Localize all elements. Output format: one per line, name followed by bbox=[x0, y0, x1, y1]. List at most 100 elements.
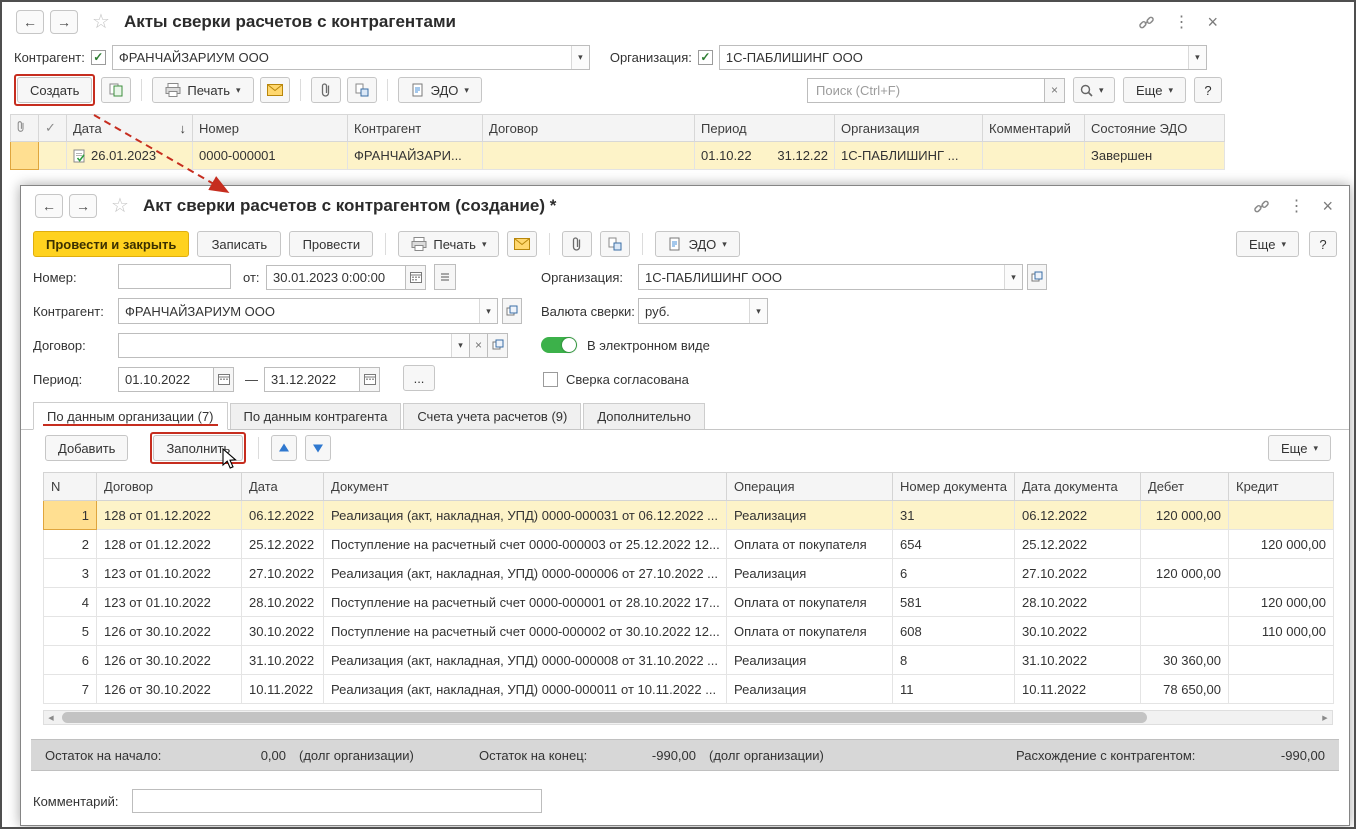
currency-combo[interactable]: руб. ▾ bbox=[638, 298, 768, 324]
column-header-number[interactable]: Номер bbox=[193, 115, 348, 142]
grid-cell[interactable]: Реализация bbox=[727, 646, 893, 675]
grid-cell[interactable]: 126 от 30.10.2022 bbox=[97, 617, 242, 646]
open-contract-button[interactable] bbox=[488, 333, 508, 358]
grid-cell[interactable]: Реализация bbox=[727, 501, 893, 530]
grid-cell[interactable]: Реализация bbox=[727, 559, 893, 588]
more-button[interactable]: Еще ▾ bbox=[1236, 231, 1299, 257]
list-cell[interactable]: ФРАНЧАЙЗАРИ... bbox=[348, 142, 483, 170]
grid-cell[interactable]: 28.10.2022 bbox=[1015, 588, 1141, 617]
move-up-button[interactable] bbox=[271, 435, 297, 461]
post-button[interactable]: Провести bbox=[289, 231, 373, 257]
grid-row[interactable]: 1 128 от 01.12.2022 06.12.2022 Реализаци… bbox=[44, 501, 1334, 530]
grid-cell[interactable]: 8 bbox=[893, 646, 1015, 675]
clear-contract-button[interactable]: × bbox=[470, 333, 488, 358]
grid-cell[interactable]: Поступление на расчетный счет 0000-00000… bbox=[324, 617, 727, 646]
back-button[interactable]: ← bbox=[16, 10, 44, 34]
grid-cell[interactable]: 06.12.2022 bbox=[1015, 501, 1141, 530]
create-button[interactable]: Создать bbox=[17, 77, 92, 103]
help-button[interactable]: ? bbox=[1194, 77, 1222, 103]
grid-cell[interactable]: Реализация (акт, накладная, УПД) 0000-00… bbox=[324, 646, 727, 675]
grid-cell[interactable] bbox=[1141, 617, 1229, 646]
help-button[interactable]: ? bbox=[1309, 231, 1337, 257]
print-button[interactable]: Печать ▾ bbox=[152, 77, 253, 103]
grid-cell[interactable]: 128 от 01.12.2022 bbox=[97, 501, 242, 530]
grid-cell[interactable] bbox=[1141, 530, 1229, 559]
grid-cell[interactable]: 126 от 30.10.2022 bbox=[97, 646, 242, 675]
number-input[interactable] bbox=[118, 264, 231, 289]
grid-cell[interactable]: 4 bbox=[44, 588, 97, 617]
grid-cell[interactable]: Оплата от покупателя bbox=[727, 588, 893, 617]
list-cell[interactable] bbox=[39, 142, 67, 170]
email-button[interactable] bbox=[260, 77, 290, 103]
grid-cell[interactable] bbox=[1229, 559, 1334, 588]
grid-row[interactable]: 7 126 от 30.10.2022 10.11.2022 Реализаци… bbox=[44, 675, 1334, 704]
edo-button[interactable]: ЭДО ▾ bbox=[655, 231, 739, 257]
grid-cell[interactable]: 6 bbox=[893, 559, 1015, 588]
column-header-comment[interactable]: Комментарий bbox=[983, 115, 1085, 142]
grid-cell[interactable] bbox=[1229, 675, 1334, 704]
period-picker-button[interactable]: ... bbox=[403, 365, 435, 391]
grid-cell[interactable]: 31.10.2022 bbox=[242, 646, 324, 675]
clear-search-button[interactable]: × bbox=[1045, 78, 1065, 103]
grid-row[interactable]: 3 123 от 01.10.2022 27.10.2022 Реализаци… bbox=[44, 559, 1334, 588]
grid-cell[interactable] bbox=[1229, 501, 1334, 530]
column-header-date[interactable]: Дата bbox=[242, 473, 324, 501]
grid-cell[interactable]: 25.12.2022 bbox=[1015, 530, 1141, 559]
forward-button[interactable]: → bbox=[69, 194, 97, 218]
grid-cell[interactable]: 2 bbox=[44, 530, 97, 559]
table-row[interactable]: 26.01.2023 0000-000001 ФРАНЧАЙЗАРИ... 01… bbox=[11, 142, 1225, 170]
grid-cell[interactable]: 128 от 01.12.2022 bbox=[97, 530, 242, 559]
grid-cell[interactable]: 6 bbox=[44, 646, 97, 675]
print-button[interactable]: Печать ▾ bbox=[398, 231, 499, 257]
edo-button[interactable]: ЭДО ▾ bbox=[398, 77, 482, 103]
organization-filter-checkbox[interactable]: ✓ bbox=[698, 50, 713, 65]
document-date-input[interactable]: 30.01.2023 0:00:00 bbox=[266, 265, 406, 290]
grid-cell[interactable]: 120 000,00 bbox=[1141, 559, 1229, 588]
grid-cell[interactable]: 78 650,00 bbox=[1141, 675, 1229, 704]
grid-cell[interactable]: Поступление на расчетный счет 0000-00000… bbox=[324, 530, 727, 559]
grid-cell[interactable]: 654 bbox=[893, 530, 1015, 559]
column-header-debit[interactable]: Дебет bbox=[1141, 473, 1229, 501]
tab-settlement-accounts[interactable]: Счета учета расчетов (9) bbox=[403, 403, 581, 429]
tab-additional[interactable]: Дополнительно bbox=[583, 403, 705, 429]
close-icon[interactable]: × bbox=[1207, 12, 1218, 33]
grid-cell[interactable]: 123 от 01.10.2022 bbox=[97, 588, 242, 617]
grid-cell[interactable]: 28.10.2022 bbox=[242, 588, 324, 617]
grid-cell[interactable]: Реализация (акт, накладная, УПД) 0000-00… bbox=[324, 675, 727, 704]
period-to-input[interactable]: 31.12.2022 bbox=[264, 367, 360, 392]
list-cell[interactable] bbox=[483, 142, 695, 170]
column-header-organization[interactable]: Организация bbox=[835, 115, 983, 142]
grid-cell[interactable]: 31 bbox=[893, 501, 1015, 530]
grid-cell[interactable]: 30 360,00 bbox=[1141, 646, 1229, 675]
column-header-contract[interactable]: Договор bbox=[483, 115, 695, 142]
scroll-left-button[interactable]: ◀ bbox=[44, 711, 58, 724]
email-button[interactable] bbox=[507, 231, 537, 257]
grid-cell[interactable]: 581 bbox=[893, 588, 1015, 617]
grid-cell[interactable]: 608 bbox=[893, 617, 1015, 646]
dropdown-button[interactable]: ▾ bbox=[451, 334, 469, 357]
back-button[interactable]: ← bbox=[35, 194, 63, 218]
dropdown-button[interactable]: ▾ bbox=[571, 46, 589, 69]
grid-cell[interactable]: 31.10.2022 bbox=[1015, 646, 1141, 675]
move-down-button[interactable] bbox=[305, 435, 331, 461]
column-header-date[interactable]: Дата↓ bbox=[67, 115, 193, 142]
organization-combo[interactable]: 1С-ПАБЛИШИНГ ООО ▾ bbox=[638, 264, 1023, 290]
organization-filter-combo[interactable]: 1С-ПАБЛИШИНГ ООО ▾ bbox=[719, 45, 1207, 70]
copy-button[interactable] bbox=[101, 77, 131, 103]
column-header-n[interactable]: N bbox=[44, 473, 97, 501]
grid-cell[interactable]: Оплата от покупателя bbox=[727, 617, 893, 646]
more-button[interactable]: Еще ▾ bbox=[1123, 77, 1186, 103]
approved-checkbox[interactable] bbox=[543, 372, 558, 387]
contract-combo[interactable]: ▾ bbox=[118, 333, 470, 358]
open-organization-button[interactable] bbox=[1027, 264, 1047, 290]
list-cell[interactable]: 1С-ПАБЛИШИНГ ... bbox=[835, 142, 983, 170]
date-menu-button[interactable] bbox=[434, 264, 456, 290]
dropdown-button[interactable]: ▾ bbox=[1004, 265, 1022, 289]
grid-cell[interactable]: 123 от 01.10.2022 bbox=[97, 559, 242, 588]
structure-button[interactable] bbox=[600, 231, 630, 257]
grid-row[interactable]: 5 126 от 30.10.2022 30.10.2022 Поступлен… bbox=[44, 617, 1334, 646]
dropdown-button[interactable]: ▾ bbox=[749, 299, 767, 323]
grid-more-button[interactable]: Еще ▾ bbox=[1268, 435, 1331, 461]
grid-cell[interactable]: 30.10.2022 bbox=[242, 617, 324, 646]
grid-row[interactable]: 6 126 от 30.10.2022 31.10.2022 Реализаци… bbox=[44, 646, 1334, 675]
